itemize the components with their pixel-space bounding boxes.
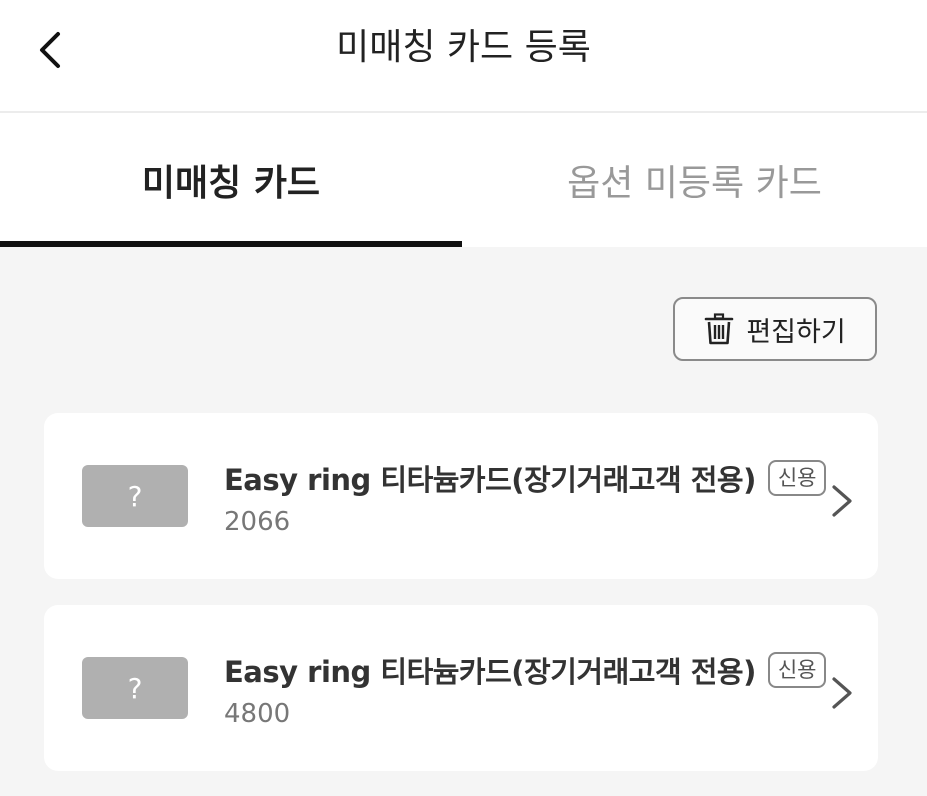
card-title-row: Easy ring 티타늄카드(장기거래고객 전용) 신용 bbox=[224, 457, 827, 499]
card-type-badge: 신용 bbox=[767, 652, 827, 688]
card-number: 4800 bbox=[224, 699, 291, 729]
card-item[interactable]: ? Easy ring 티타늄카드(장기거래고객 전용) 신용 4800 bbox=[44, 605, 878, 771]
card-number: 2066 bbox=[224, 507, 291, 537]
tab-option-unregistered-cards[interactable]: 옵션 미등록 카드 bbox=[462, 113, 927, 247]
card-thumbnail: ? bbox=[82, 657, 188, 719]
chevron-right-icon bbox=[832, 677, 852, 709]
trash-icon bbox=[705, 313, 734, 345]
card-name: Easy ring 티타늄카드(장기거래고객 전용) bbox=[224, 655, 756, 689]
tab-bar: 미매칭 카드 옵션 미등록 카드 bbox=[0, 113, 927, 247]
app-header: 미매칭 카드 등록 bbox=[0, 0, 927, 113]
card-item[interactable]: ? Easy ring 티타늄카드(장기거래고객 전용) 신용 2066 bbox=[44, 413, 878, 579]
card-thumb-placeholder: ? bbox=[127, 671, 143, 705]
edit-button[interactable]: 편집하기 bbox=[673, 297, 877, 361]
page-title: 미매칭 카드 등록 bbox=[336, 27, 591, 68]
chevron-right-icon bbox=[832, 485, 852, 517]
card-type-badge: 신용 bbox=[767, 460, 827, 496]
card-name: Easy ring 티타늄카드(장기거래고객 전용) bbox=[224, 463, 756, 497]
card-thumbnail: ? bbox=[82, 465, 188, 527]
card-thumb-placeholder: ? bbox=[127, 479, 143, 513]
tab-unmatched-cards[interactable]: 미매칭 카드 bbox=[0, 113, 462, 247]
edit-button-label: 편집하기 bbox=[746, 316, 846, 348]
card-title-row: Easy ring 티타늄카드(장기거래고객 전용) 신용 bbox=[224, 649, 827, 691]
